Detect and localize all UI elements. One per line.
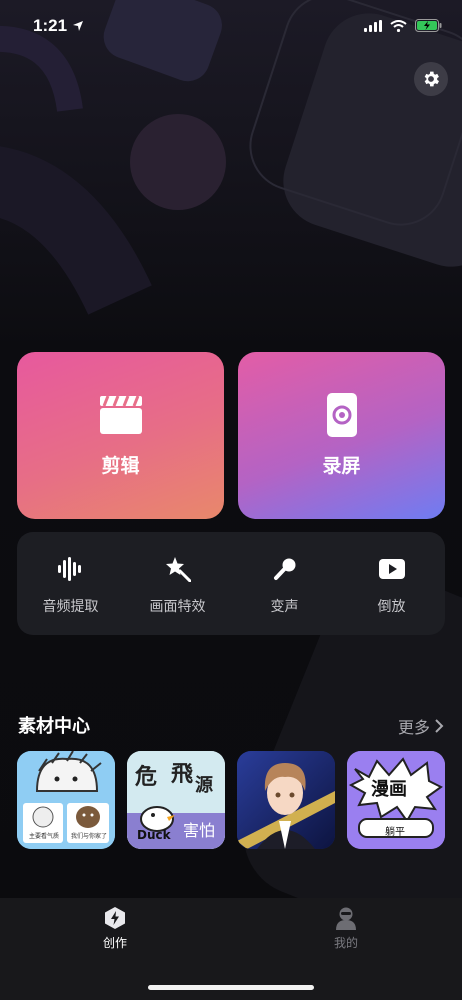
home-indicator bbox=[148, 985, 314, 990]
status-time: 1:21 bbox=[33, 16, 68, 35]
status-bar: 1:21 bbox=[0, 0, 462, 54]
record-card-label: 录屏 bbox=[322, 455, 361, 477]
status-indicators bbox=[364, 19, 442, 32]
tab-mine-label: 我的 bbox=[333, 936, 358, 950]
tool-label: 音频提取 bbox=[42, 599, 99, 615]
profile-icon bbox=[336, 907, 356, 930]
sticker-title: 危 bbox=[135, 765, 158, 790]
play-reverse-icon bbox=[378, 556, 406, 582]
tool-visual-effects[interactable]: 画面特效 bbox=[124, 532, 231, 635]
edit-card-label: 剪辑 bbox=[101, 455, 140, 477]
create-bolt-icon bbox=[105, 907, 125, 929]
more-label: 更多 bbox=[397, 718, 430, 737]
materials-title: 素材中心 bbox=[18, 716, 90, 737]
sticker-caption-left: 主要看气质 bbox=[28, 833, 59, 840]
tool-voice-change[interactable]: 变声 bbox=[231, 532, 338, 635]
microphone-icon bbox=[271, 556, 299, 582]
tab-mine[interactable]: 我的 bbox=[306, 906, 386, 951]
wifi-icon bbox=[390, 19, 407, 32]
material-item[interactable]: 漫画 躺平 bbox=[347, 751, 445, 849]
location-arrow-icon bbox=[73, 21, 83, 31]
record-card[interactable]: 录屏 bbox=[238, 352, 445, 519]
screen-record-icon bbox=[320, 393, 364, 437]
comic-title: 漫画 bbox=[371, 779, 407, 800]
material-item[interactable]: 主要看气质 我们与你家了 bbox=[17, 751, 115, 849]
tool-reverse[interactable]: 倒放 bbox=[338, 532, 445, 635]
edit-card[interactable]: 剪辑 bbox=[17, 352, 224, 519]
tool-label: 画面特效 bbox=[149, 599, 206, 615]
materials-list: 主要看气质 我们与你家了 飛 源 Duck 危 害怕 漫画 躺平 bbox=[17, 751, 447, 849]
svg-text:源: 源 bbox=[195, 774, 213, 796]
audio-wave-icon bbox=[57, 556, 85, 582]
clapperboard-icon bbox=[99, 393, 143, 437]
sticker-subtitle: 害怕 bbox=[183, 821, 216, 840]
material-item[interactable] bbox=[237, 751, 335, 849]
cellular-signal-icon bbox=[364, 19, 382, 32]
settings-button[interactable] bbox=[414, 62, 448, 96]
svg-text:Duck: Duck bbox=[137, 828, 172, 842]
materials-more-link[interactable]: 更多 bbox=[398, 714, 444, 738]
magic-star-icon bbox=[164, 556, 192, 582]
tool-label: 变声 bbox=[270, 599, 299, 615]
tool-audio-extract[interactable]: 音频提取 bbox=[17, 532, 124, 635]
chevron-right-icon bbox=[435, 719, 444, 733]
svg-text:飛: 飛 bbox=[171, 762, 193, 787]
material-item[interactable]: 飛 源 Duck 危 害怕 bbox=[127, 751, 225, 849]
tab-create-label: 创作 bbox=[102, 936, 127, 950]
battery-charging-icon bbox=[415, 19, 442, 32]
sticker-caption-right: 我们与你家了 bbox=[70, 833, 107, 840]
tools-panel: 音频提取 画面特效 变声 倒放 bbox=[17, 532, 445, 635]
comic-caption: 躺平 bbox=[385, 827, 405, 838]
gear-icon bbox=[424, 71, 439, 87]
tab-create[interactable]: 创作 bbox=[75, 906, 155, 951]
anime-boy-thumbnail bbox=[237, 751, 335, 849]
tool-label: 倒放 bbox=[377, 599, 406, 615]
